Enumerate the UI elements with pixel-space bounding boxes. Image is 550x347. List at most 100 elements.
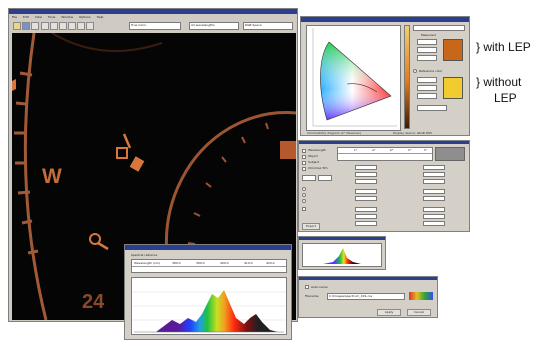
menu-options[interactable]: Options xyxy=(79,15,91,19)
menu-view[interactable]: View xyxy=(35,15,42,19)
reference-y-field[interactable] xyxy=(417,85,437,91)
wrench-icon xyxy=(89,233,109,251)
upper-gauge-arc xyxy=(51,33,163,52)
auto-update-checkbox[interactable] xyxy=(302,207,306,211)
print-icon[interactable] xyxy=(31,22,39,30)
main-window-titlebar[interactable] xyxy=(9,9,297,14)
export-button[interactable]: Export xyxy=(302,223,320,230)
spectrum-col-2: 390.0 xyxy=(196,261,205,265)
auto-name-checkbox[interactable] xyxy=(305,285,309,289)
option-wavelength-checkbox[interactable] xyxy=(302,149,306,153)
spectrum-window: Spectral radiance Wavelength (nm) 380.0 … xyxy=(124,244,292,340)
mode-radio-3[interactable] xyxy=(302,199,306,203)
chromaticity-footer-left: Chromaticity diagram (2° Observer) xyxy=(307,131,362,135)
zoom-out-icon[interactable] xyxy=(50,22,58,30)
export-dialog-titlebar[interactable] xyxy=(299,277,437,280)
spectrum-plot[interactable] xyxy=(131,277,287,335)
display-mode-value: True Color xyxy=(131,23,147,27)
measured-z-field[interactable] xyxy=(417,55,437,61)
small-spectrum-titlebar[interactable] xyxy=(299,237,385,240)
value-field-r2[interactable] xyxy=(423,172,445,177)
value-field-r1[interactable] xyxy=(423,165,445,170)
save-icon[interactable] xyxy=(22,22,30,30)
spectrum-col-3: 400.0 xyxy=(220,261,229,265)
mode-radio-2[interactable] xyxy=(302,193,306,197)
menu-window[interactable]: Window xyxy=(61,15,73,19)
menu-help[interactable]: Help xyxy=(97,15,104,19)
measured-y-field[interactable] xyxy=(417,47,437,53)
option-chromax-label: Chromax 5th xyxy=(308,166,328,170)
menu-edit[interactable]: Edit xyxy=(23,15,29,19)
header-rule xyxy=(338,153,432,154)
value-field-r3[interactable] xyxy=(423,179,445,184)
option-chromax-checkbox[interactable] xyxy=(302,167,306,171)
header-col-4: C* xyxy=(408,148,412,152)
histogram-icon[interactable] xyxy=(77,22,85,30)
auto-name-label: Auto-name xyxy=(311,285,328,289)
select-icon[interactable] xyxy=(59,22,67,30)
dial-label-w: W xyxy=(42,165,62,188)
apply-button[interactable]: Apply xyxy=(377,309,401,316)
reference-color-radio[interactable] xyxy=(413,69,417,73)
display-mode-select[interactable]: True Color xyxy=(129,22,181,30)
annotation-without-lep-line1: } without xyxy=(476,75,522,89)
reference-z-field[interactable] xyxy=(417,93,437,99)
menu-file[interactable]: File xyxy=(12,15,17,19)
illuminant-select[interactable] xyxy=(417,105,447,111)
export-button-label: Export xyxy=(306,224,316,228)
spectrum-col-1: 380.0 xyxy=(172,261,181,265)
observer-select[interactable] xyxy=(413,25,465,31)
color-space-value: RGB Space xyxy=(245,23,262,27)
chromaticity-titlebar[interactable] xyxy=(301,17,469,22)
key-icon xyxy=(116,133,145,172)
value-field-r7[interactable] xyxy=(423,214,445,219)
reference-x-field[interactable] xyxy=(417,77,437,83)
option-subject-checkbox[interactable] xyxy=(302,161,306,165)
settings-icon[interactable] xyxy=(86,22,94,30)
wavelength-value: All wavelengths xyxy=(191,23,215,27)
value-field-r8[interactable] xyxy=(423,221,445,226)
zoom-in-icon[interactable] xyxy=(41,22,49,30)
tolerance-unit-field[interactable] xyxy=(318,175,332,181)
mode-radio-1[interactable] xyxy=(302,187,306,191)
value-field-r6[interactable] xyxy=(423,207,445,212)
measured-x-field[interactable] xyxy=(417,39,437,45)
value-field-l4[interactable] xyxy=(355,189,377,194)
spectrum-titlebar[interactable] xyxy=(125,245,291,250)
spectrum-col-5: 420.0 xyxy=(266,261,275,265)
wavelength-select[interactable]: All wavelengths xyxy=(189,22,239,30)
tolerance-field[interactable] xyxy=(302,175,316,181)
option-object-checkbox[interactable] xyxy=(302,155,306,159)
intensity-scale-bar xyxy=(404,25,410,129)
small-spectrum-curve xyxy=(323,248,361,264)
value-field-l3[interactable] xyxy=(355,179,377,184)
option-wavelength-label: Wavelength xyxy=(308,148,326,152)
swatch-with-lep xyxy=(443,39,463,61)
menu-tools[interactable]: Tools xyxy=(48,15,55,19)
report-values-left xyxy=(337,165,399,227)
value-field-l5[interactable] xyxy=(355,196,377,201)
chromaticity-window: Measured Reference color Chromaticity di… xyxy=(300,16,470,136)
header-col-5: h° xyxy=(424,148,428,152)
color-space-select[interactable]: RGB Space xyxy=(243,22,293,30)
value-field-l8[interactable] xyxy=(355,221,377,226)
value-field-l6[interactable] xyxy=(355,207,377,212)
annotation-with-lep: } with LEP xyxy=(476,40,531,54)
value-field-r4[interactable] xyxy=(423,189,445,194)
open-icon[interactable] xyxy=(13,22,21,30)
value-field-l7[interactable] xyxy=(355,214,377,219)
value-field-l1[interactable] xyxy=(355,165,377,170)
value-field-l2[interactable] xyxy=(355,172,377,177)
spectrum-col-0: Wavelength (nm) xyxy=(134,261,160,265)
colorimetry-report-window: Wavelength Object Subject Chromax 5th Ex… xyxy=(298,140,470,232)
chromaticity-diagram[interactable] xyxy=(306,25,401,131)
report-titlebar[interactable] xyxy=(299,141,469,144)
color-format-icon[interactable] xyxy=(409,292,433,300)
crosshair-icon[interactable] xyxy=(68,22,76,30)
toolbar: True Color All wavelengths RGB Space xyxy=(11,21,295,31)
report-dark-sample xyxy=(435,147,465,161)
filename-input[interactable]: C:\Images\spectrum_001.csv xyxy=(327,293,405,300)
value-field-r5[interactable] xyxy=(423,196,445,201)
cancel-button[interactable]: Cancel xyxy=(407,309,431,316)
swatch-without-lep xyxy=(443,77,463,99)
